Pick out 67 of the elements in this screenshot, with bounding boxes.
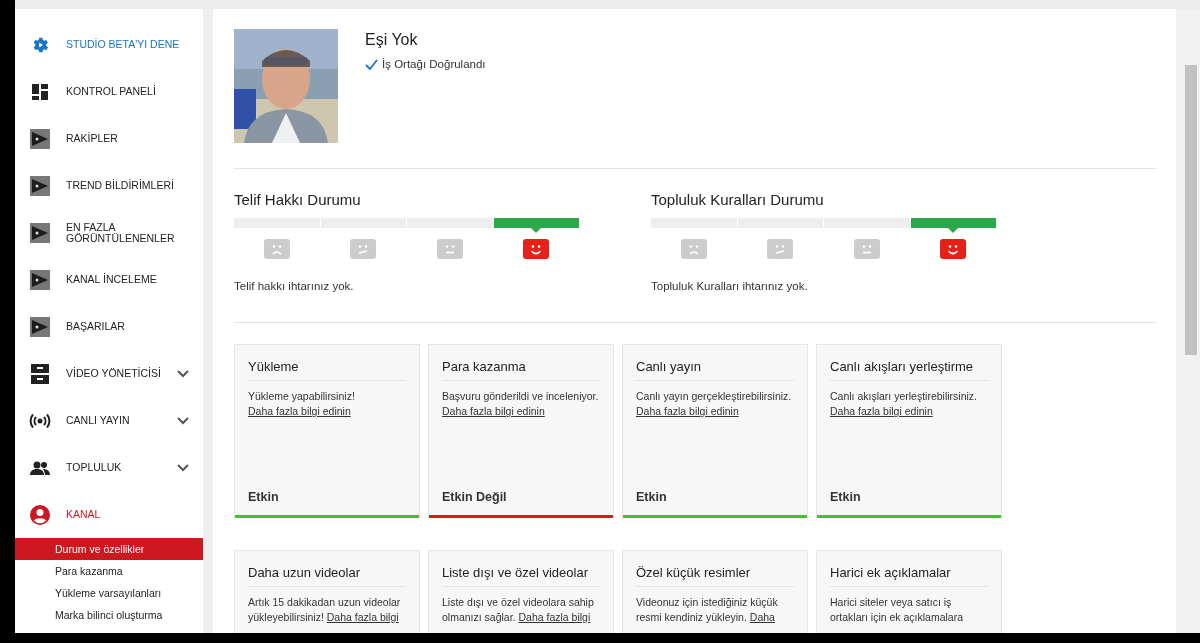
card-status: Etkin: [248, 490, 280, 506]
card-status: Etkin: [830, 490, 862, 506]
channel-name: Eşi Yok: [365, 31, 419, 49]
card-status: Etkin Değil: [442, 490, 508, 506]
card-title: Yükleme: [248, 359, 406, 381]
card-title: Canlı akışları yerleştirme: [830, 359, 988, 381]
sidebar-item[interactable]: KANAL İNCELEME: [15, 256, 203, 303]
neutral-face-icon: [436, 239, 463, 259]
sidebar-item[interactable]: KONTROL PANELİ: [15, 68, 203, 115]
learn-more-link[interactable]: Daha fazla bilgi edinin: [248, 405, 351, 417]
card-description: Artık 15 dakikadan uzun videolar yükleyebilirsiniz! Daha fazla bilgi: [248, 595, 402, 625]
learn-more-link[interactable]: Daha fazla bilgi edinin: [442, 405, 545, 417]
sidebar-item[interactable]: RAKİPLER: [15, 115, 203, 162]
sad-face-icon: [263, 239, 290, 259]
sidebar-item[interactable]: EN FAZLA GÖRÜNTÜLENENLER: [15, 209, 203, 256]
stacked-boxes-icon: [31, 363, 49, 384]
scrollbar[interactable]: [1176, 9, 1200, 633]
sidebar-item[interactable]: STUDİO BETA'YI DENE: [15, 21, 203, 68]
sidebar-subitem[interactable]: Yükleme varsayılanları: [15, 582, 203, 604]
card-title: Harici ek açıklamalar: [830, 565, 988, 587]
card-description: Başvuru gönderildi ve inceleniyor. Daha fazla bilgi edinin: [442, 389, 600, 419]
sidebar-item[interactable]: VİDEO YÖNETİCİSİ: [15, 350, 203, 397]
card-description: Videonuz için istediğiniz küçük resmi kendiniz yükleyin. Daha: [636, 595, 779, 625]
card-description: Liste dışı ve özel videolara sahip olmanızı sağlar. Daha fazla bilgi: [442, 595, 595, 625]
learn-more-link[interactable]: Daha fazla bilgi: [518, 611, 591, 623]
sidebar-item[interactable]: TREND BİLDİRİMLERİ: [15, 162, 203, 209]
learn-more-link[interactable]: Daha fazla bilgi: [326, 611, 399, 623]
people-icon: [30, 460, 50, 475]
status-message: Topluluk Kuralları ihtarınız yok.: [651, 280, 809, 292]
card-status: Etkin: [636, 490, 668, 506]
play-badge-icon: [30, 222, 50, 243]
play-badge-icon: [30, 316, 50, 337]
card-description: Yükleme yapabilirsiniz! Daha fazla bilgi edinin: [248, 389, 356, 419]
card-title: Liste dışı ve özel videolar: [442, 565, 600, 587]
card-title: Para kazanma: [442, 359, 600, 381]
sidebar-item[interactable]: CANLI YAYIN: [15, 397, 203, 444]
card-title: Canlı yayın: [636, 359, 794, 381]
broadcast-icon: [29, 412, 51, 429]
card-title: Özel küçük resimler: [636, 565, 794, 587]
play-badge-icon: [30, 269, 50, 290]
section-title: Telif Hakkı Durumu: [234, 191, 362, 208]
sidebar-subitem[interactable]: Marka bilinci oluşturma: [15, 604, 203, 626]
uneasy-face-icon: [767, 239, 794, 259]
sidebar-item[interactable]: BAŞARILAR: [15, 303, 203, 350]
play-badge-icon: [30, 128, 50, 149]
sidebar-subitem[interactable]: Durum ve özellikler: [15, 538, 203, 560]
verified-label: İş Ortağı Doğrulandı: [382, 58, 486, 70]
neutral-face-icon: [853, 239, 880, 259]
smiley-icon: [940, 239, 967, 259]
sidebar-item[interactable]: TOPLULUK: [15, 444, 203, 491]
account-icon: [30, 504, 50, 525]
dashboard-icon: [31, 82, 49, 101]
smiley-icon: [523, 239, 550, 259]
card-title: Daha uzun videolar: [248, 565, 406, 587]
sidebar-item[interactable]: KANAL: [15, 491, 203, 538]
sidebar-subitem[interactable]: Para kazanma: [15, 560, 203, 582]
card-description: Canlı yayın gerçekleştirebilirsiniz. Daha fazla bilgi edinin: [636, 389, 793, 419]
sad-face-icon: [680, 239, 707, 259]
uneasy-face-icon: [350, 239, 377, 259]
card-description: Canlı akışları yerleştirebilirsiniz. Daha fazla bilgi edinin: [830, 389, 979, 419]
section-title: Topluluk Kuralları Durumu: [651, 191, 825, 208]
card-description: Harici siteler veya satıcı iş ortakları için ek açıklamalara: [830, 595, 965, 625]
learn-more-link[interactable]: Daha fazla bilgi edinin: [830, 405, 933, 417]
play-badge-icon: [30, 175, 50, 196]
status-message: Telif hakkı ihtarınız yok.: [234, 280, 355, 292]
learn-more-link[interactable]: Daha: [749, 611, 775, 623]
learn-more-link[interactable]: Daha fazla bilgi edinin: [636, 405, 739, 417]
